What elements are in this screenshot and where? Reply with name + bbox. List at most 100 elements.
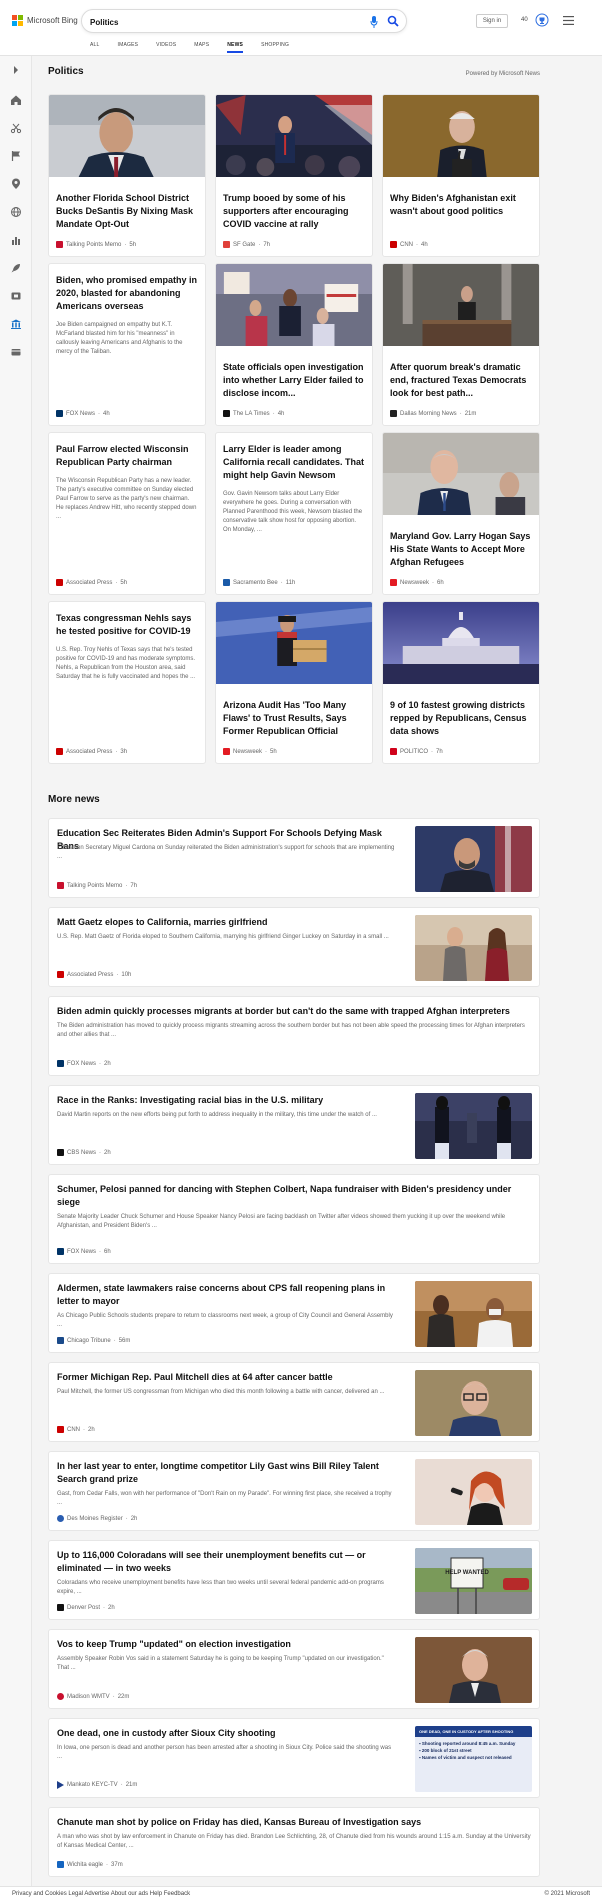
source-logo-icon <box>57 1149 64 1156</box>
sign-in-button[interactable]: Sign in <box>476 14 508 28</box>
row-title[interactable]: One dead, one in custody after Sioux Cit… <box>57 1727 397 1740</box>
tab-shopping[interactable]: SHOPPING <box>261 42 289 53</box>
location-pin-icon[interactable] <box>10 178 22 190</box>
search-input[interactable] <box>90 14 340 30</box>
rewards-count[interactable]: 40 <box>521 17 528 23</box>
row-title[interactable]: Chanute man shot by police on Friday has… <box>57 1816 532 1829</box>
tab-videos[interactable]: VIDEOS <box>156 42 176 53</box>
source-name: Associated Press <box>67 971 114 978</box>
news-card[interactable]: Trump booed by some of his supporters af… <box>215 94 373 257</box>
card-title[interactable]: Arizona Audit Has 'Too Many Flaws' to Tr… <box>216 699 372 738</box>
source-logo-icon <box>57 1604 64 1611</box>
news-card[interactable]: Why Biden's Afghanistan exit wasn't abou… <box>382 94 540 257</box>
card-title[interactable]: State officials open investigation into … <box>216 361 372 400</box>
news-row[interactable]: Former Michigan Rep. Paul Mitchell dies … <box>48 1362 540 1442</box>
left-rail <box>0 56 32 1903</box>
source-name: FOX News <box>66 410 96 417</box>
search-icon[interactable] <box>387 15 399 27</box>
source-time: 2h <box>130 1515 138 1522</box>
microphone-icon[interactable] <box>370 16 378 28</box>
news-card[interactable]: Texas congressman Nehls says he tested p… <box>48 601 206 764</box>
tab-all[interactable]: ALL <box>90 42 100 53</box>
news-card[interactable]: Arizona Audit Has 'Too Many Flaws' to Tr… <box>215 601 373 764</box>
card-title[interactable]: Biden, who promised empathy in 2020, bla… <box>49 274 205 313</box>
row-title[interactable]: Up to 116,000 Coloradans will see their … <box>57 1549 397 1575</box>
scissors-icon[interactable] <box>10 122 22 134</box>
chart-icon[interactable] <box>10 234 22 246</box>
source-logo-icon <box>57 882 64 889</box>
row-abstract: The Biden administration has moved to qu… <box>57 1023 525 1038</box>
source-name: Talking Points Memo <box>67 882 123 889</box>
rewards-trophy-icon[interactable] <box>535 13 549 27</box>
news-row[interactable]: Schumer, Pelosi panned for dancing with … <box>48 1174 540 1264</box>
news-card[interactable]: Another Florida School District Bucks De… <box>48 94 206 257</box>
news-card[interactable]: Paul Farrow elected Wisconsin Republican… <box>48 432 206 595</box>
politics-building-icon[interactable] <box>10 318 22 330</box>
more-news-title: More news <box>48 794 100 805</box>
news-row[interactable]: One dead, one in custody after Sioux Cit… <box>48 1718 540 1798</box>
footer: Privacy and Cookies Legal Advertise Abou… <box>0 1886 602 1903</box>
news-card[interactable]: Biden, who promised empathy in 2020, bla… <box>48 263 206 426</box>
card-title[interactable]: After quorum break's dramatic end, fract… <box>383 361 539 400</box>
brand-name: Microsoft Bing <box>27 16 78 25</box>
news-row[interactable]: Education Sec Reiterates Biden Admin's S… <box>48 818 540 898</box>
rocket-icon[interactable] <box>10 262 22 274</box>
row-title[interactable]: Schumer, Pelosi panned for dancing with … <box>57 1183 532 1209</box>
news-row[interactable]: Vos to keep Trump "updated" on election … <box>48 1629 540 1709</box>
news-row[interactable]: Up to 116,000 Coloradans will see their … <box>48 1540 540 1620</box>
help-wanted-sign-text: HELP WANTED <box>445 1570 489 1576</box>
row-title[interactable]: Vos to keep Trump "updated" on election … <box>57 1638 397 1651</box>
row-title[interactable]: Race in the Ranks: Investigating racial … <box>57 1094 397 1107</box>
tab-maps[interactable]: MAPS <box>194 42 209 53</box>
expand-chevron-icon[interactable] <box>10 64 22 76</box>
news-row[interactable]: Chanute man shot by police on Friday has… <box>48 1807 540 1877</box>
row-source: Wichita eagle · 37m <box>57 1861 123 1868</box>
wallet-icon[interactable] <box>10 346 22 358</box>
flag-icon[interactable] <box>10 150 22 162</box>
source-name: CNN <box>400 241 413 248</box>
card-title[interactable]: Another Florida School District Bucks De… <box>49 192 205 231</box>
row-title[interactable]: In her last year to enter, longtime comp… <box>57 1460 397 1486</box>
news-row[interactable]: In her last year to enter, longtime comp… <box>48 1451 540 1531</box>
news-card[interactable]: Larry Elder is leader among California r… <box>215 432 373 595</box>
film-icon[interactable] <box>10 290 22 302</box>
bing-logo[interactable]: Microsoft Bing <box>12 15 78 26</box>
menu-icon[interactable] <box>563 16 574 25</box>
source-time: 7h <box>263 241 271 248</box>
card-title[interactable]: Maryland Gov. Larry Hogan Says His State… <box>383 530 539 569</box>
row-title[interactable]: Matt Gaetz elopes to California, marries… <box>57 916 397 929</box>
news-row[interactable]: Aldermen, state lawmakers raise concerns… <box>48 1273 540 1353</box>
card-title[interactable]: 9 of 10 fastest growing districts repped… <box>383 699 539 738</box>
news-row[interactable]: Matt Gaetz elopes to California, marries… <box>48 907 540 987</box>
news-card[interactable]: After quorum break's dramatic end, fract… <box>382 263 540 426</box>
footer-links[interactable]: Privacy and Cookies Legal Advertise Abou… <box>12 1891 190 1897</box>
source-name: FOX News <box>67 1060 97 1067</box>
card-title[interactable]: Larry Elder is leader among California r… <box>216 443 372 482</box>
row-title[interactable]: Aldermen, state lawmakers raise concerns… <box>57 1282 397 1308</box>
card-title[interactable]: Texas congressman Nehls says he tested p… <box>49 612 205 638</box>
card-image-desantis <box>49 95 205 177</box>
row-source: CBS News · 2h <box>57 1149 111 1156</box>
source-logo-icon <box>223 410 230 417</box>
tab-news[interactable]: NEWS <box>227 42 244 53</box>
row-source: Talking Points Memo · 7h <box>57 882 137 889</box>
thumb-bullet: ▪ Shooting reported around 8:45 a.m. Sun… <box>419 1741 516 1746</box>
search-box[interactable] <box>81 9 407 33</box>
news-card[interactable]: Maryland Gov. Larry Hogan Says His State… <box>382 432 540 595</box>
card-title[interactable]: Why Biden's Afghanistan exit wasn't abou… <box>383 192 539 218</box>
row-thumbnail: ONE DEAD, ONE IN CUSTODY AFTER SHOOTING … <box>415 1726 532 1792</box>
globe-icon[interactable] <box>10 206 22 218</box>
home-icon[interactable] <box>10 94 22 106</box>
card-title[interactable]: Paul Farrow elected Wisconsin Republican… <box>49 443 205 469</box>
news-row[interactable]: Biden admin quickly processes migrants a… <box>48 996 540 1076</box>
row-title[interactable]: Biden admin quickly processes migrants a… <box>57 1005 532 1018</box>
card-source: Newsweek · 5h <box>223 748 277 755</box>
news-card[interactable]: State officials open investigation into … <box>215 263 373 426</box>
source-time: 5h <box>120 579 128 586</box>
card-title[interactable]: Trump booed by some of his supporters af… <box>216 192 372 231</box>
tab-images[interactable]: IMAGES <box>118 42 139 53</box>
row-title[interactable]: Former Michigan Rep. Paul Mitchell dies … <box>57 1371 397 1384</box>
news-row[interactable]: Race in the Ranks: Investigating racial … <box>48 1085 540 1165</box>
news-card[interactable]: 9 of 10 fastest growing districts repped… <box>382 601 540 764</box>
card-image-capitol <box>383 602 539 684</box>
